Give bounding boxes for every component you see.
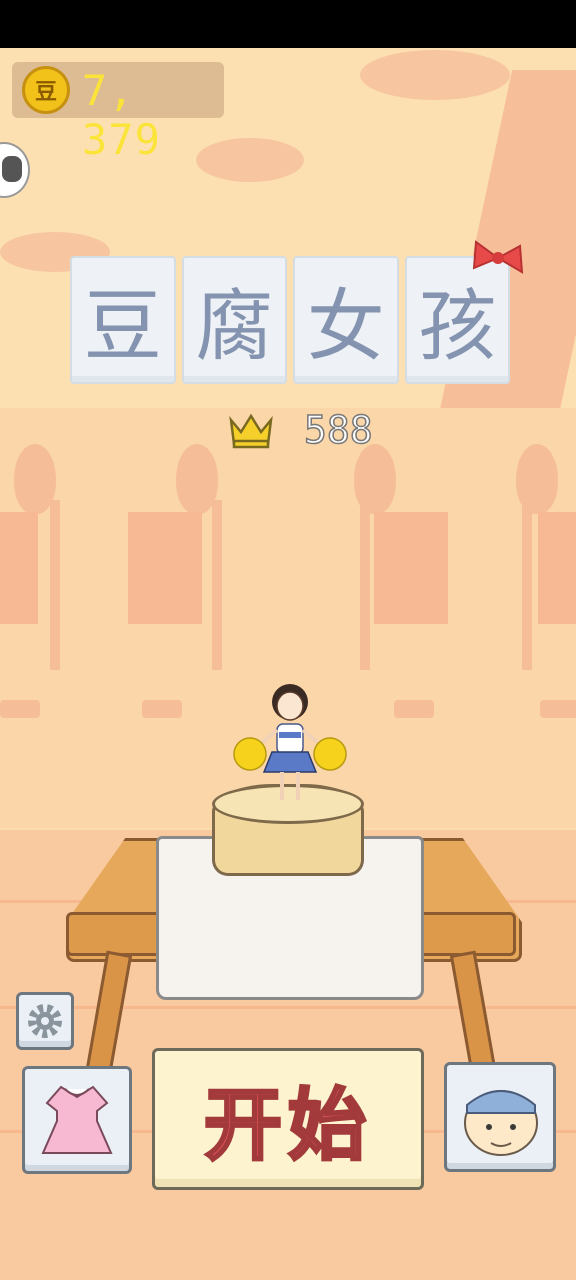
best-score: 588 — [228, 407, 388, 453]
title-tile: 女 — [293, 256, 399, 384]
bow-icon — [472, 240, 524, 274]
wardrobe-button[interactable] — [22, 1066, 132, 1174]
gear-icon — [28, 1004, 62, 1038]
coin-icon: 豆 — [22, 66, 70, 114]
title-tile: 豆 — [70, 256, 176, 384]
dress-icon — [41, 1085, 113, 1154]
shower-pipe — [212, 500, 222, 670]
shower-pipe — [522, 500, 532, 670]
shower-pipe — [50, 500, 60, 670]
wall-mirror — [538, 512, 576, 624]
faucet — [540, 700, 576, 718]
best-score-value: 588 — [303, 407, 373, 453]
coin-count: 7, 379 — [82, 66, 161, 164]
faucet — [142, 700, 182, 718]
start-button-label: 开始 — [202, 1080, 372, 1173]
wall-mirror — [374, 512, 448, 624]
tofu-girl-character — [233, 684, 347, 800]
character-button[interactable] — [444, 1062, 556, 1172]
ghost-icon — [2, 156, 22, 182]
game-screen: 豆 7, 379 豆 腐 女 孩 588 开始 — [0, 0, 576, 1280]
start-button[interactable]: 开始 — [152, 1048, 424, 1190]
coin-counter: 豆 7, 379 — [12, 62, 224, 164]
status-bar — [0, 0, 576, 48]
wall-mirror — [0, 512, 38, 624]
shower-pipe — [360, 500, 370, 670]
crown-icon — [229, 413, 273, 449]
settings-button[interactable] — [16, 992, 74, 1050]
faucet — [0, 700, 40, 718]
cloud — [360, 50, 510, 100]
faucet — [394, 700, 434, 718]
game-title: 豆 腐 女 孩 — [70, 256, 510, 384]
title-tile: 腐 — [181, 256, 287, 384]
uncle-face-icon — [464, 1090, 538, 1156]
floor-tile-line — [0, 1006, 576, 1009]
wall-mirror — [128, 512, 202, 624]
